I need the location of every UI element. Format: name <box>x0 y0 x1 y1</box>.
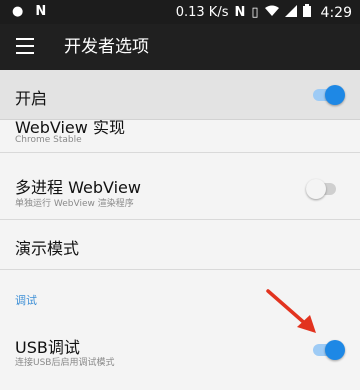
list-item-demo-mode[interactable]: 演示模式 <box>0 220 360 270</box>
list-item-webview-impl[interactable]: WebView 实现 Chrome Stable <box>0 120 360 153</box>
demo-mode-title: 演示模式 <box>15 239 80 258</box>
usb-debugging-summary: 连接USB后启用调试模式 <box>15 358 115 368</box>
webview-impl-summary: Chrome Stable <box>15 135 82 145</box>
settings-list: WebView 实现 Chrome Stable 多进程 WebView 单独运… <box>0 120 360 390</box>
multiprocess-webview-summary: 单独运行 WebView 渲染程序 <box>15 199 134 209</box>
multiprocess-webview-toggle[interactable] <box>306 179 336 199</box>
master-toggle-switch[interactable] <box>313 85 345 105</box>
list-item-usb-debugging[interactable]: USB调试 连接USB后启用调试模式 <box>0 322 360 390</box>
developer-options-master-switch-row[interactable]: 开启 <box>0 70 360 120</box>
usb-debugging-toggle[interactable] <box>313 340 345 360</box>
wifi-icon <box>264 5 279 21</box>
status-dot-icon: ● <box>12 4 24 19</box>
list-item-multiprocess-webview[interactable]: 多进程 WebView 单独运行 WebView 渲染程序 <box>0 153 360 220</box>
signal-icon <box>284 4 297 21</box>
battery-icon <box>302 4 311 21</box>
menu-icon[interactable] <box>16 38 34 54</box>
status-bar: ● N 0.13 K/s N ▯ 4:29 <box>0 0 360 24</box>
network-speed: 0.13 K/s <box>175 4 229 20</box>
nfc-icon: N <box>234 4 246 20</box>
clock: 4:29 <box>320 4 352 21</box>
master-switch-label: 开启 <box>15 89 48 108</box>
page-title: 开发者选项 <box>64 37 149 57</box>
notification-n-icon: N <box>35 4 47 19</box>
vibrate-icon: ▯ <box>251 4 259 20</box>
app-bar: 开发者选项 <box>0 24 360 70</box>
debug-section-header: 调试 <box>15 294 37 307</box>
multiprocess-webview-title: 多进程 WebView <box>15 178 141 197</box>
